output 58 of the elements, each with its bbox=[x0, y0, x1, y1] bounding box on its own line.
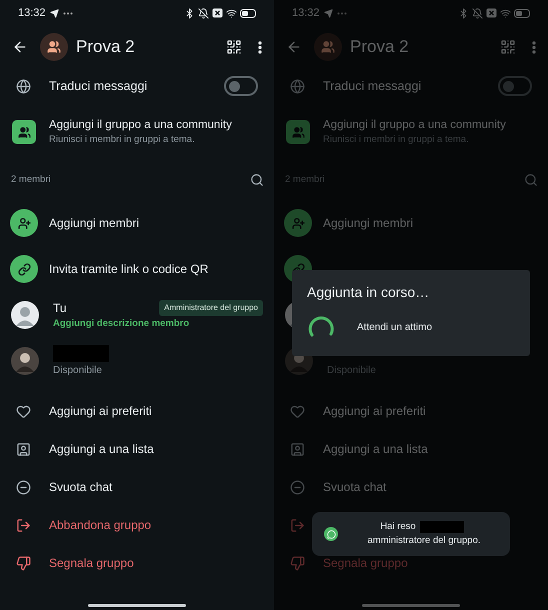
globe-icon bbox=[16, 78, 31, 94]
action-label[interactable]: Invita tramite link o codice QR bbox=[49, 260, 208, 278]
redaction-bar bbox=[420, 521, 464, 533]
dialog-title: Aggiunta in corso… bbox=[307, 283, 430, 302]
community-title[interactable]: Aggiungi il gruppo a una community bbox=[49, 118, 232, 133]
bell-off-icon bbox=[472, 8, 483, 18]
avatar bbox=[11, 301, 39, 329]
whatsapp-icon bbox=[324, 527, 338, 541]
group-title: Prova 2 bbox=[76, 36, 135, 58]
add-person-icon[interactable] bbox=[10, 209, 38, 237]
bluetooth-icon bbox=[458, 8, 469, 18]
option-label[interactable]: Aggiungi a una lista bbox=[49, 440, 154, 458]
translate-toggle[interactable] bbox=[498, 76, 532, 96]
globe-icon bbox=[290, 78, 305, 94]
more-dots-icon bbox=[336, 12, 347, 14]
battery-icon bbox=[514, 8, 530, 18]
group-title: Prova 2 bbox=[350, 36, 409, 58]
qr-code-icon bbox=[500, 39, 516, 55]
community-subtitle: Riunisci i membri in gruppi a tema. bbox=[49, 133, 196, 146]
menu-icon bbox=[258, 40, 262, 54]
status-time: 13:32 bbox=[18, 6, 46, 21]
search-icon[interactable] bbox=[250, 173, 264, 187]
translate-label: Traduci messaggi bbox=[323, 78, 422, 95]
status-time: 13:32 bbox=[292, 6, 320, 21]
telegram-icon bbox=[324, 8, 333, 18]
option-label[interactable]: Aggiungi ai preferiti bbox=[49, 402, 152, 420]
community-icon bbox=[286, 120, 310, 144]
translate-toggle[interactable] bbox=[224, 76, 258, 96]
link-icon[interactable] bbox=[10, 255, 38, 283]
menu-icon bbox=[532, 40, 536, 54]
qr-code-icon bbox=[226, 39, 242, 55]
translate-label: Traduci messaggi bbox=[49, 78, 148, 95]
notification-x-icon bbox=[486, 8, 497, 18]
action-label[interactable]: Aggiungi membri bbox=[49, 214, 140, 232]
telegram-icon bbox=[50, 8, 59, 18]
admin-badge: Amministratore del gruppo bbox=[159, 300, 263, 316]
members-count: 2 membri bbox=[11, 172, 51, 187]
member-status: Disponibile bbox=[53, 364, 103, 378]
member-description[interactable]: Aggiungi descrizione membro bbox=[53, 316, 263, 332]
bluetooth-icon bbox=[184, 8, 195, 18]
dialog-message: Attendi un attimo bbox=[357, 320, 432, 334]
notification-x-icon bbox=[212, 8, 223, 18]
option-label[interactable]: Segnala gruppo bbox=[49, 554, 134, 572]
toast-text-start: Hai reso bbox=[380, 520, 416, 534]
back-arrow-icon bbox=[286, 39, 302, 55]
avatar bbox=[11, 347, 39, 375]
more-dots-icon bbox=[62, 12, 73, 14]
option-label[interactable]: Svuota chat bbox=[49, 478, 112, 496]
member-name[interactable]: Tu bbox=[53, 298, 67, 317]
wifi-icon bbox=[500, 8, 511, 18]
menu-button[interactable] bbox=[256, 38, 264, 56]
wifi-icon bbox=[226, 8, 237, 18]
battery-icon bbox=[240, 8, 256, 18]
bell-off-icon bbox=[198, 8, 209, 18]
community-icon bbox=[12, 120, 36, 144]
option-label[interactable]: Abbandona gruppo bbox=[49, 516, 152, 534]
group-avatar[interactable] bbox=[40, 33, 68, 61]
toast-text-end: amministratore del gruppo. bbox=[368, 534, 480, 548]
